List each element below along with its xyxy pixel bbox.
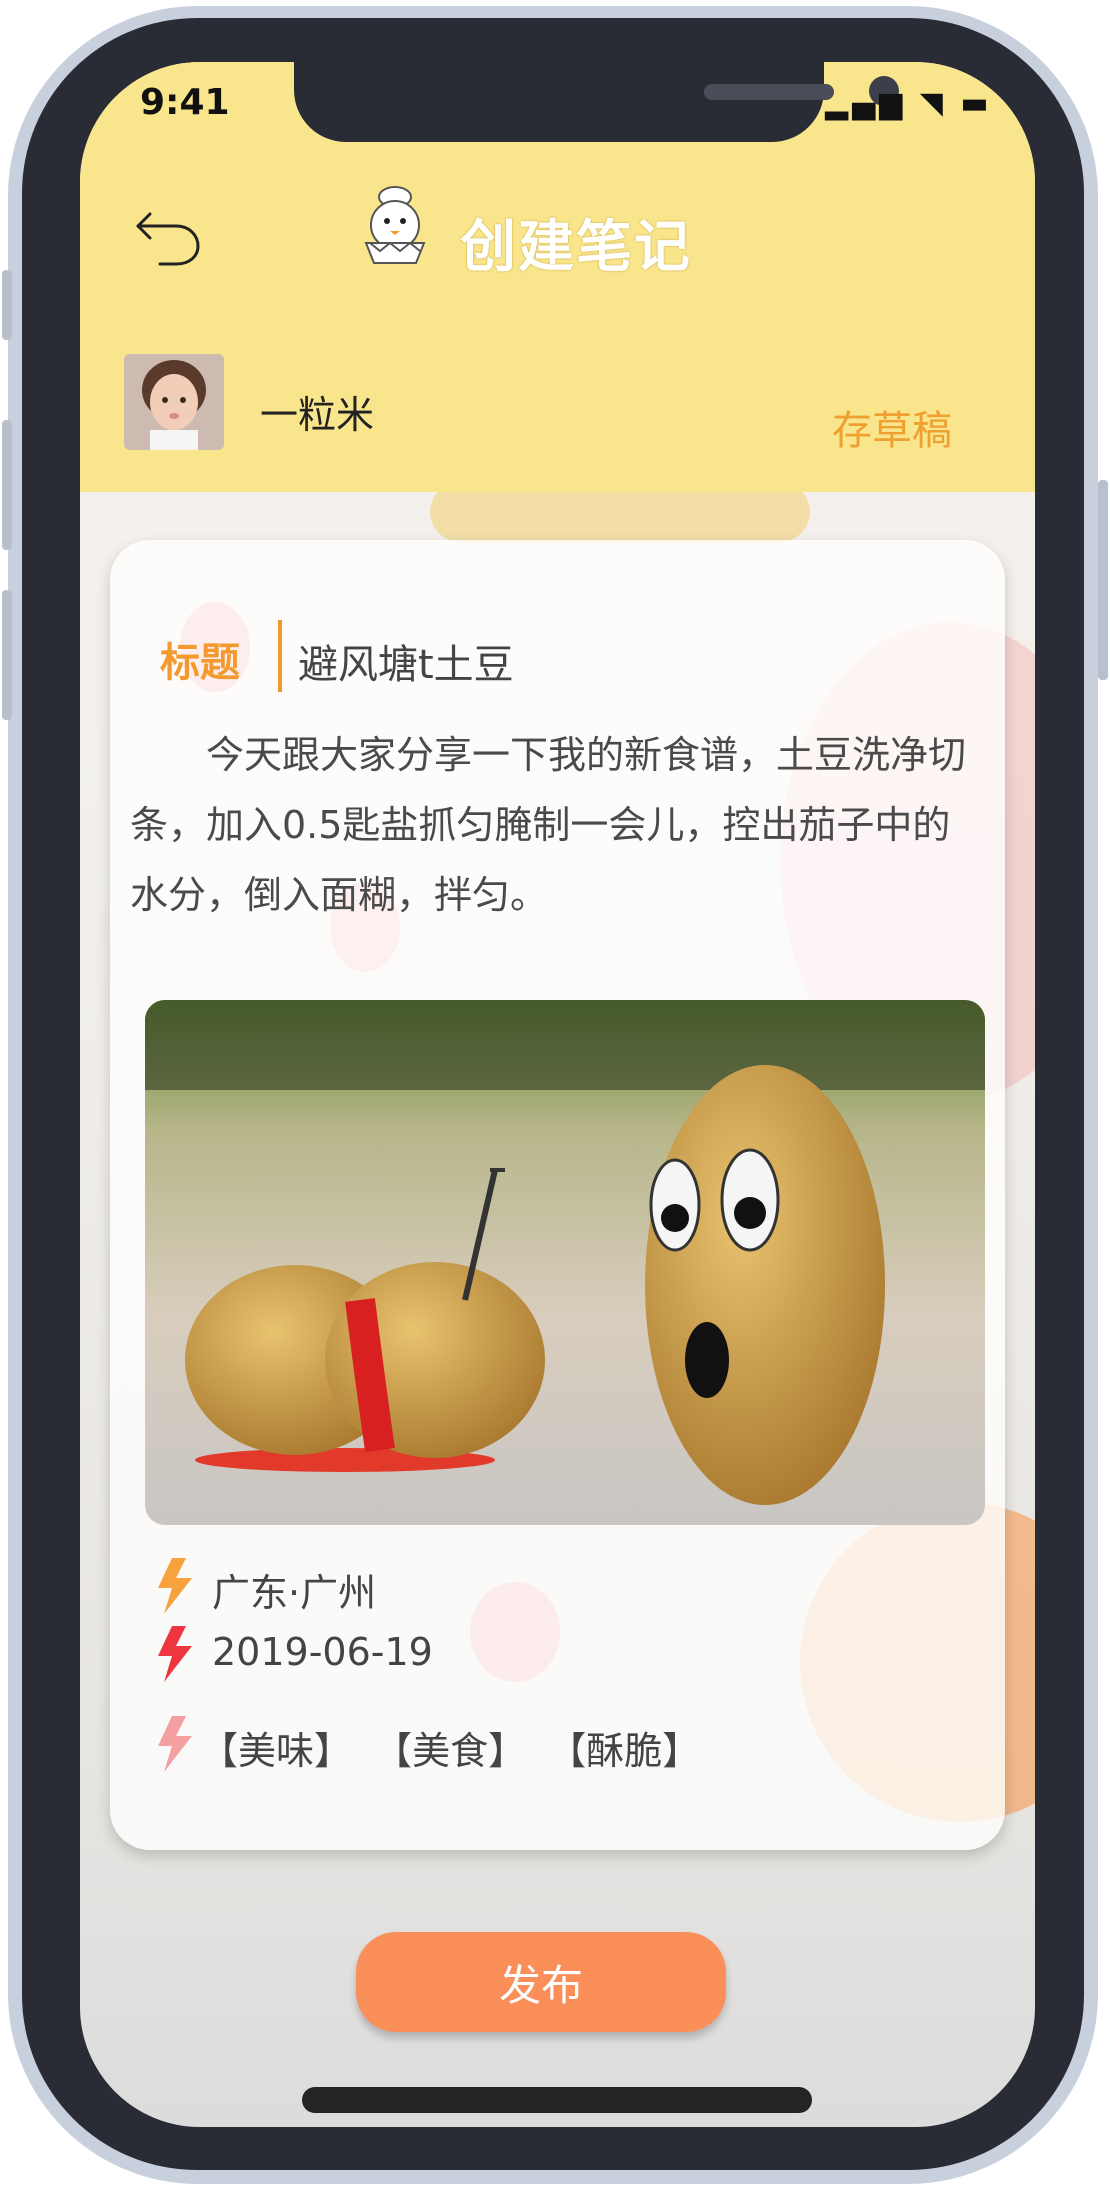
potato-photo-image — [145, 1000, 985, 1525]
lightning-icon — [158, 1716, 192, 1772]
user-avatar[interactable] — [124, 354, 224, 450]
power-button — [1098, 480, 1108, 680]
home-indicator[interactable] — [302, 2087, 812, 2113]
tag-list: 【美味】 【美食】 【酥脆】 — [200, 1720, 710, 1775]
app-screen: 9:41 ▂▄▆ ◥ ▬ 创建笔记 一粒米 存草稿 标题 避风塘t土豆 今天跟大… — [80, 62, 1035, 2127]
tag-item[interactable]: 【美食】 — [374, 1729, 526, 1773]
undo-arrow-icon — [136, 212, 200, 266]
status-icons: ▂▄▆ ◥ ▬ — [825, 86, 993, 121]
title-label: 标题 — [160, 640, 240, 686]
earpiece-speaker — [704, 84, 834, 100]
volume-down-button — [2, 590, 12, 720]
device-notch — [294, 62, 899, 142]
username: 一粒米 — [260, 393, 375, 437]
date-text[interactable]: 2019-06-19 — [212, 1630, 433, 1674]
tag-item[interactable]: 【美味】 — [200, 1729, 352, 1773]
chef-chick-logo-icon — [350, 177, 440, 272]
lightning-icon — [158, 1626, 192, 1682]
mute-switch — [2, 270, 12, 340]
back-button[interactable] — [130, 192, 210, 272]
status-time: 9:41 — [140, 82, 230, 123]
volume-up-button — [2, 420, 12, 550]
title-divider — [278, 620, 282, 692]
note-body-textarea[interactable]: 今天跟大家分享一下我的新食谱，土豆洗净切条，加入0.5匙盐抓匀腌制一会儿，控出茄… — [130, 720, 970, 930]
lightning-icon — [158, 1558, 192, 1614]
note-card: 标题 避风塘t土豆 今天跟大家分享一下我的新食谱，土豆洗净切条，加入0.5匙盐抓… — [110, 540, 1005, 1850]
publish-button[interactable]: 发布 — [356, 1932, 726, 2032]
tag-item[interactable]: 【酥脆】 — [548, 1729, 700, 1773]
location-text[interactable]: 广东·广州 — [212, 1562, 376, 1617]
page-title: 创建笔记 — [460, 215, 692, 280]
child-portrait-icon — [124, 354, 224, 450]
save-draft-button[interactable]: 存草稿 — [832, 398, 952, 456]
note-title-input[interactable]: 避风塘t土豆 — [298, 632, 514, 690]
note-photo[interactable] — [145, 1000, 985, 1525]
